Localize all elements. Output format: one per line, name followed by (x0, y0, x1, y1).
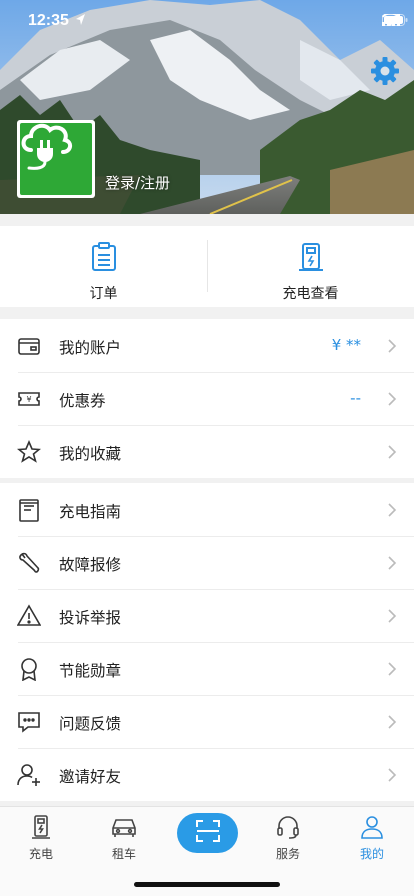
menu-label: 我的收藏 (59, 445, 122, 463)
guide-book-icon (17, 498, 41, 522)
menu-item-coupons[interactable]: ¥ 优惠券 -- (0, 372, 414, 425)
clipboard-icon (90, 242, 118, 276)
tab-charging[interactable]: 充电 (11, 815, 71, 862)
divider (207, 240, 208, 292)
account-balance-value: ¥ ** (331, 336, 361, 354)
menu-item-invite-friends[interactable]: 邀请好友 (0, 748, 414, 801)
menu-label: 优惠券 (59, 392, 106, 410)
tab-car-rental[interactable]: 租车 (94, 815, 154, 862)
account-menu-group: 我的账户 ¥ ** ¥ 优惠券 -- 我的收藏 (0, 319, 414, 478)
login-register-link[interactable]: 登录/注册 (105, 172, 170, 193)
medal-icon (17, 657, 41, 682)
scan-button[interactable] (177, 813, 238, 853)
chevron-right-icon (387, 767, 397, 783)
tab-service[interactable]: 服务 (258, 815, 318, 862)
chevron-right-icon (387, 555, 397, 571)
chevron-right-icon (387, 661, 397, 677)
coupon-icon: ¥ (17, 387, 41, 411)
chevron-right-icon (387, 391, 397, 407)
svg-text:¥: ¥ (26, 395, 31, 404)
chevron-right-icon (387, 338, 397, 354)
status-bar: 12:35 (0, 0, 414, 44)
menu-label: 邀请好友 (59, 768, 122, 786)
tab-label: 租车 (111, 847, 136, 861)
chevron-right-icon (387, 714, 397, 730)
tab-label: 充电 (28, 847, 53, 861)
feedback-icon (17, 710, 41, 734)
menu-label: 充电指南 (59, 503, 122, 521)
charging-pile-icon (297, 242, 325, 276)
quick-actions: 订单 充电查看 (0, 226, 414, 307)
chevron-right-icon (387, 502, 397, 518)
tab-label: 我的 (359, 847, 384, 861)
avatar[interactable] (17, 120, 95, 198)
car-icon (110, 819, 138, 843)
menu-item-charging-guide[interactable]: 充电指南 (0, 483, 414, 536)
menu-label: 投诉举报 (59, 609, 122, 627)
wrench-icon (17, 551, 41, 575)
scan-icon (195, 819, 221, 847)
service-menu-group: 充电指南 故障报修 投诉举报 节能勋章 问题反馈 邀请好友 (0, 483, 414, 801)
star-icon (16, 439, 42, 464)
tab-label: 服务 (275, 847, 300, 861)
quick-action-label: 订单 (89, 286, 118, 302)
person-icon (360, 816, 384, 843)
home-indicator (134, 882, 280, 887)
app-logo-icon (20, 123, 92, 195)
chevron-right-icon (387, 608, 397, 624)
headset-icon (276, 816, 300, 843)
quick-action-charging-status[interactable]: 充电查看 (207, 226, 414, 307)
menu-label: 节能勋章 (59, 662, 122, 680)
profile-header: 12:35 登录/注册 (0, 0, 414, 214)
tab-mine[interactable]: 我的 (342, 815, 402, 862)
menu-item-fault-repair[interactable]: 故障报修 (0, 536, 414, 589)
quick-action-orders[interactable]: 订单 (0, 226, 207, 307)
wallet-icon (17, 334, 41, 358)
quick-action-label: 充电查看 (282, 286, 339, 302)
menu-item-my-account[interactable]: 我的账户 ¥ ** (0, 319, 414, 372)
chevron-right-icon (387, 444, 397, 460)
menu-item-favorites[interactable]: 我的收藏 (0, 425, 414, 478)
menu-label: 故障报修 (59, 556, 122, 574)
menu-item-feedback[interactable]: 问题反馈 (0, 695, 414, 748)
menu-label: 我的账户 (59, 339, 122, 357)
coupon-count-value: -- (350, 389, 361, 407)
warning-icon (16, 604, 42, 628)
menu-item-energy-medal[interactable]: 节能勋章 (0, 642, 414, 695)
charger-icon (29, 815, 53, 843)
menu-label: 问题反馈 (59, 715, 122, 733)
status-time: 12:35 (28, 12, 69, 29)
settings-gear-icon[interactable] (370, 56, 400, 86)
add-friend-icon (17, 763, 41, 787)
menu-item-complaint-report[interactable]: 投诉举报 (0, 589, 414, 642)
